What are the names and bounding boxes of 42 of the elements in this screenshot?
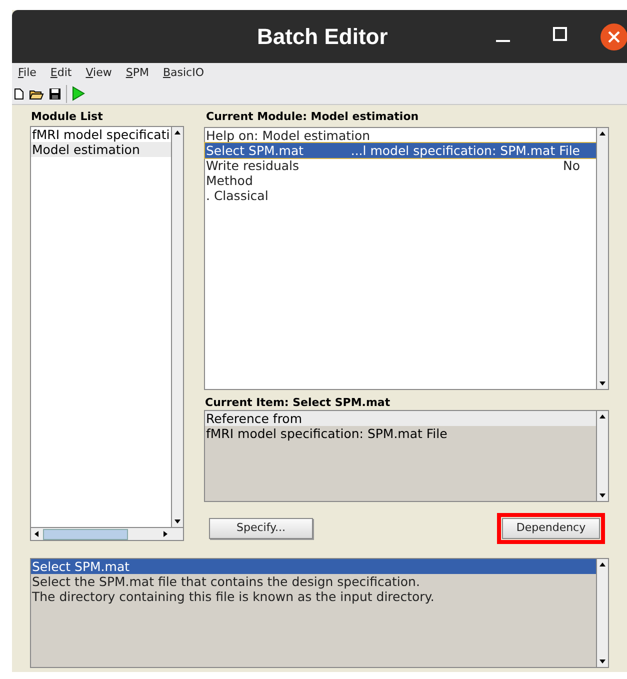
vertical-scrollbar[interactable]	[596, 128, 608, 389]
dialog-button[interactable]: Specify...	[209, 518, 313, 538]
panel-heading: Current Module: Model estimation	[205, 109, 420, 125]
item-value: No	[563, 158, 580, 173]
module-item-row[interactable]: Select SPM.mat ...l model specification: SPM.mat File	[205, 143, 596, 158]
panel-heading: Current Item: Select SPM.mat	[204, 395, 392, 410]
module-item-row[interactable]: Method	[205, 173, 596, 188]
vertical-scrollbar[interactable]	[596, 411, 608, 501]
item-label: Select SPM.mat	[206, 143, 304, 158]
horizontal-scrollbar[interactable]	[31, 527, 183, 540]
run-icon[interactable]	[72, 86, 85, 101]
item-label: . Classical	[206, 188, 268, 203]
menu-item[interactable]: Edit	[50, 64, 72, 82]
minimize-icon[interactable]	[496, 40, 510, 43]
panel-heading: Module List	[30, 109, 104, 125]
module-list-item[interactable]: fMRI model specificati	[31, 127, 171, 142]
help-text: Select the SPM.mat file that contains the design specification.	[31, 574, 421, 589]
menu-item[interactable]: BasicIO	[162, 64, 204, 82]
menu-item[interactable]: SPM	[126, 64, 149, 82]
module-list-item[interactable]: Model estimation	[31, 142, 171, 157]
module-item-row[interactable]: Help on: Model estimation	[205, 128, 596, 143]
scroll-thumb[interactable]	[43, 528, 128, 540]
vertical-scrollbar[interactable]	[596, 559, 608, 667]
open-folder-icon[interactable]	[29, 88, 44, 100]
item-label: Method	[206, 173, 253, 188]
module-item-row[interactable]: Write residuals No	[205, 158, 596, 173]
item-value: ...l model specification: SPM.mat File	[350, 143, 580, 158]
menu-item[interactable]: View	[86, 64, 112, 82]
new-file-icon[interactable]	[14, 88, 24, 100]
item-label: Help on: Model estimation	[206, 128, 370, 143]
module-item-row[interactable]: . Classical	[205, 188, 596, 203]
save-icon[interactable]	[49, 88, 61, 100]
dialog-button[interactable]: Dependency	[502, 518, 600, 538]
vertical-scrollbar[interactable]	[171, 127, 183, 527]
menu-item[interactable]: File	[18, 64, 36, 82]
item-label: Write residuals	[206, 158, 300, 173]
help-heading: Select SPM.mat	[31, 559, 596, 574]
maximize-icon[interactable]	[553, 27, 567, 41]
close-icon[interactable]	[600, 23, 627, 51]
detail-line: fMRI model specification: SPM.mat File	[205, 426, 448, 441]
help-text: The directory containing this file is known as the input directory.	[31, 589, 436, 604]
window-title: Batch Editor	[257, 23, 388, 51]
